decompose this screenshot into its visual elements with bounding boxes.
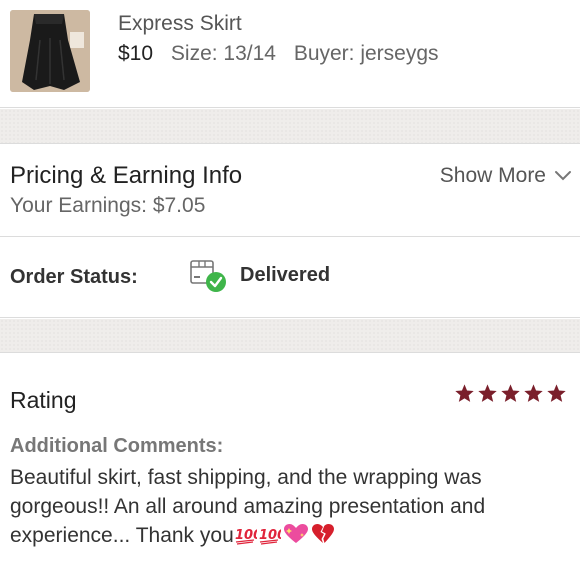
item-size: Size: 13/14	[170, 42, 276, 65]
item-title: Express Skirt	[118, 12, 242, 35]
star-rating	[454, 383, 567, 404]
sparkling-heart-icon	[283, 523, 309, 553]
item-buyer: Buyer: jerseygs	[293, 42, 439, 65]
broken-heart-icon	[311, 523, 335, 553]
order-status-value: Delivered	[240, 264, 331, 286]
pricing-title: Pricing & Earning Info	[10, 162, 243, 189]
order-status-label: Order Status:	[10, 266, 138, 288]
star-icon	[547, 384, 566, 402]
order-status-row: Order Status: Delivered	[0, 238, 580, 318]
section-divider	[0, 319, 580, 352]
star-icon	[524, 384, 543, 402]
item-thumbnail[interactable]	[10, 10, 90, 92]
rating-section: Rating Additional Comments: Beautiful sk…	[0, 352, 580, 580]
comments-text: Beautiful skirt, fast shipping, and the …	[10, 463, 570, 553]
show-more-label: Show More	[439, 164, 546, 187]
earnings-value: Your Earnings: $7.05	[10, 194, 206, 217]
hundred-points-icon: 100	[235, 524, 262, 553]
package-check-icon	[189, 257, 229, 293]
chevron-down-icon	[554, 164, 572, 188]
pricing-section: Pricing & Earning Info Your Earnings: $7…	[0, 143, 580, 237]
hundred-points-icon: 100	[259, 524, 286, 553]
item-meta: $10 Size: 13/14 Buyer: jerseygs	[118, 42, 439, 66]
section-divider	[0, 109, 580, 143]
item-summary[interactable]: Express Skirt $10 Size: 13/14 Buyer: jer…	[0, 0, 580, 108]
star-icon	[455, 384, 474, 402]
item-price: $10	[118, 42, 154, 65]
star-icon	[478, 384, 497, 402]
comments-label: Additional Comments:	[10, 435, 224, 457]
rating-title: Rating	[10, 387, 77, 413]
star-icon	[501, 384, 520, 402]
show-more-button[interactable]: Show More	[440, 164, 572, 188]
